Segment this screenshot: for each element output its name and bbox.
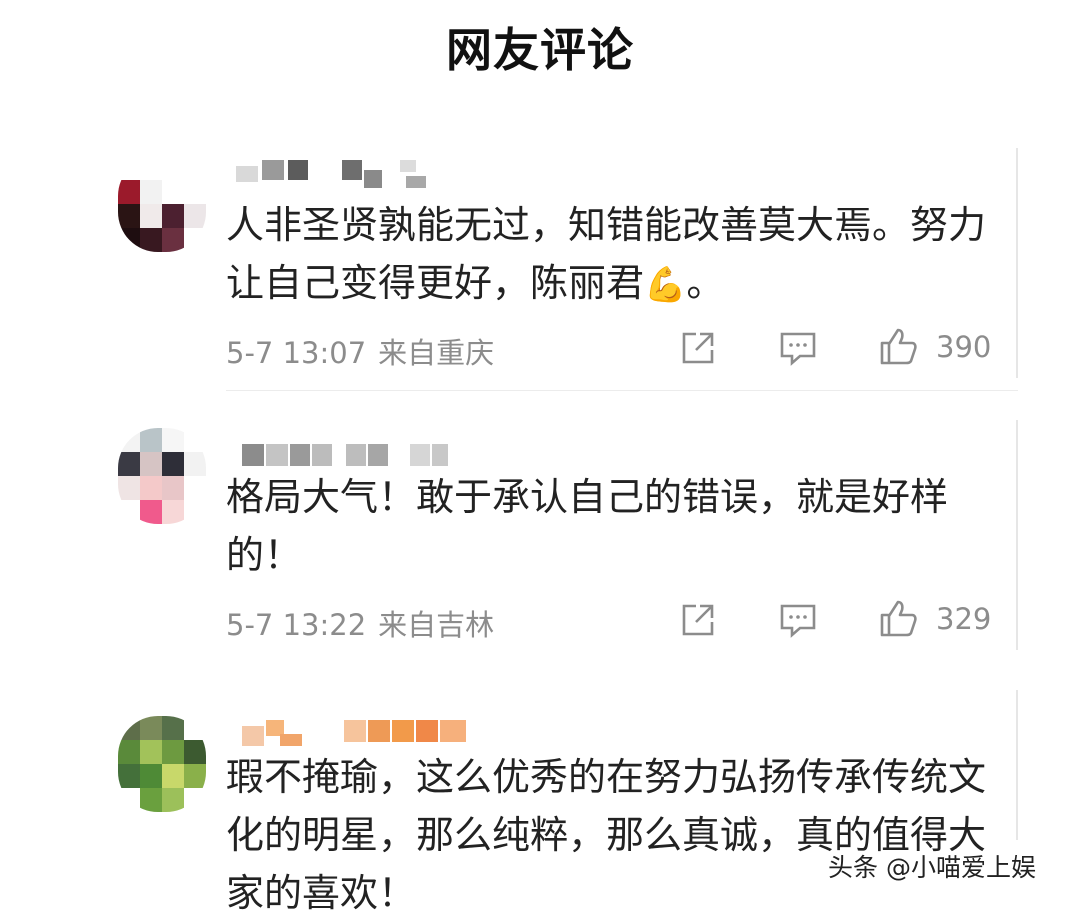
avatar[interactable] (118, 428, 206, 524)
username-mosaic[interactable] (236, 716, 476, 746)
comment-meta: 5-7 13:07 来自重庆 (226, 330, 494, 372)
like-icon[interactable] (878, 598, 918, 638)
username-mosaic[interactable] (236, 440, 456, 470)
page-title: 网友评论 (446, 23, 634, 77)
comment-text-body: 人非圣贤孰能无过，知错能改善莫大焉。努力让自己变得更好，陈丽君 (226, 203, 987, 305)
comment-time: 5-7 13:22 (226, 608, 367, 642)
like-count: 329 (936, 602, 992, 636)
watermark: 头条 @小喵爱上娱 (828, 853, 1036, 882)
comment-text: 格局大气！敢于承认自己的错误，就是好样的！ (226, 475, 949, 577)
comment-text-tail: 。 (686, 261, 725, 305)
username-mosaic[interactable] (236, 158, 436, 188)
like-count: 390 (936, 330, 992, 364)
comment-icon[interactable] (778, 600, 818, 640)
like-icon[interactable] (878, 326, 918, 366)
comment-icon[interactable] (778, 328, 818, 368)
share-icon[interactable] (678, 600, 718, 640)
right-border-line (1016, 148, 1018, 378)
share-icon[interactable] (678, 328, 718, 368)
comment-text: 瑕不掩瑜，这么优秀的在努力弘扬传承传统文化的明星，那么纯粹，那么真诚，真的值得大… (226, 755, 987, 915)
comment-time: 5-7 13:07 (226, 336, 367, 370)
comment-divider (226, 390, 1018, 391)
comment-meta: 5-7 13:22 来自吉林 (226, 602, 494, 644)
right-border-line (1016, 690, 1018, 840)
comment-location: 来自重庆 (378, 336, 495, 370)
comment-location: 来自吉林 (378, 608, 495, 642)
comment-text: 人非圣贤孰能无过，知错能改善莫大焉。努力让自己变得更好，陈丽君💪。 (226, 196, 996, 314)
flexed-biceps-emoji: 💪 (644, 265, 687, 305)
avatar[interactable] (118, 156, 206, 252)
avatar[interactable] (118, 716, 206, 812)
right-border-line (1016, 420, 1018, 650)
